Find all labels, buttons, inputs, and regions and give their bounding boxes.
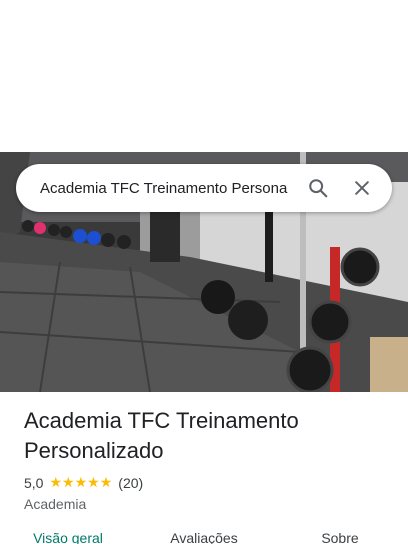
star-icon: ★ [49, 475, 63, 491]
star-icon: ★ [74, 475, 88, 491]
place-page: Academia TFC Treinamento Persona Academi… [0, 0, 408, 544]
rating-stars: ★ ★ ★ ★ ★ [49, 476, 112, 490]
review-count[interactable]: (20) [118, 475, 143, 491]
place-category[interactable]: Academia [24, 496, 392, 512]
star-icon: ★ [99, 475, 113, 491]
tab-2[interactable]: Sobre [272, 530, 408, 544]
search-icon[interactable] [300, 170, 336, 206]
place-info: Academia TFC Treinamento Personalizado 5… [24, 406, 392, 512]
star-icon: ★ [62, 475, 75, 491]
search-bar[interactable]: Academia TFC Treinamento Persona [16, 164, 392, 212]
tab-1[interactable]: Avaliações [136, 530, 272, 544]
rating-row[interactable]: 5,0 ★ ★ ★ ★ ★ (20) [24, 474, 392, 492]
close-icon[interactable] [344, 170, 380, 206]
rating-value: 5,0 [24, 475, 44, 491]
search-input[interactable]: Academia TFC Treinamento Persona [40, 180, 292, 197]
star-icon: ★ [87, 475, 100, 491]
tab-0[interactable]: Visão geral [0, 530, 136, 544]
tab-bar: Visão geral Avaliações Sobre [0, 530, 408, 544]
place-title: Academia TFC Treinamento Personalizado [24, 408, 299, 463]
